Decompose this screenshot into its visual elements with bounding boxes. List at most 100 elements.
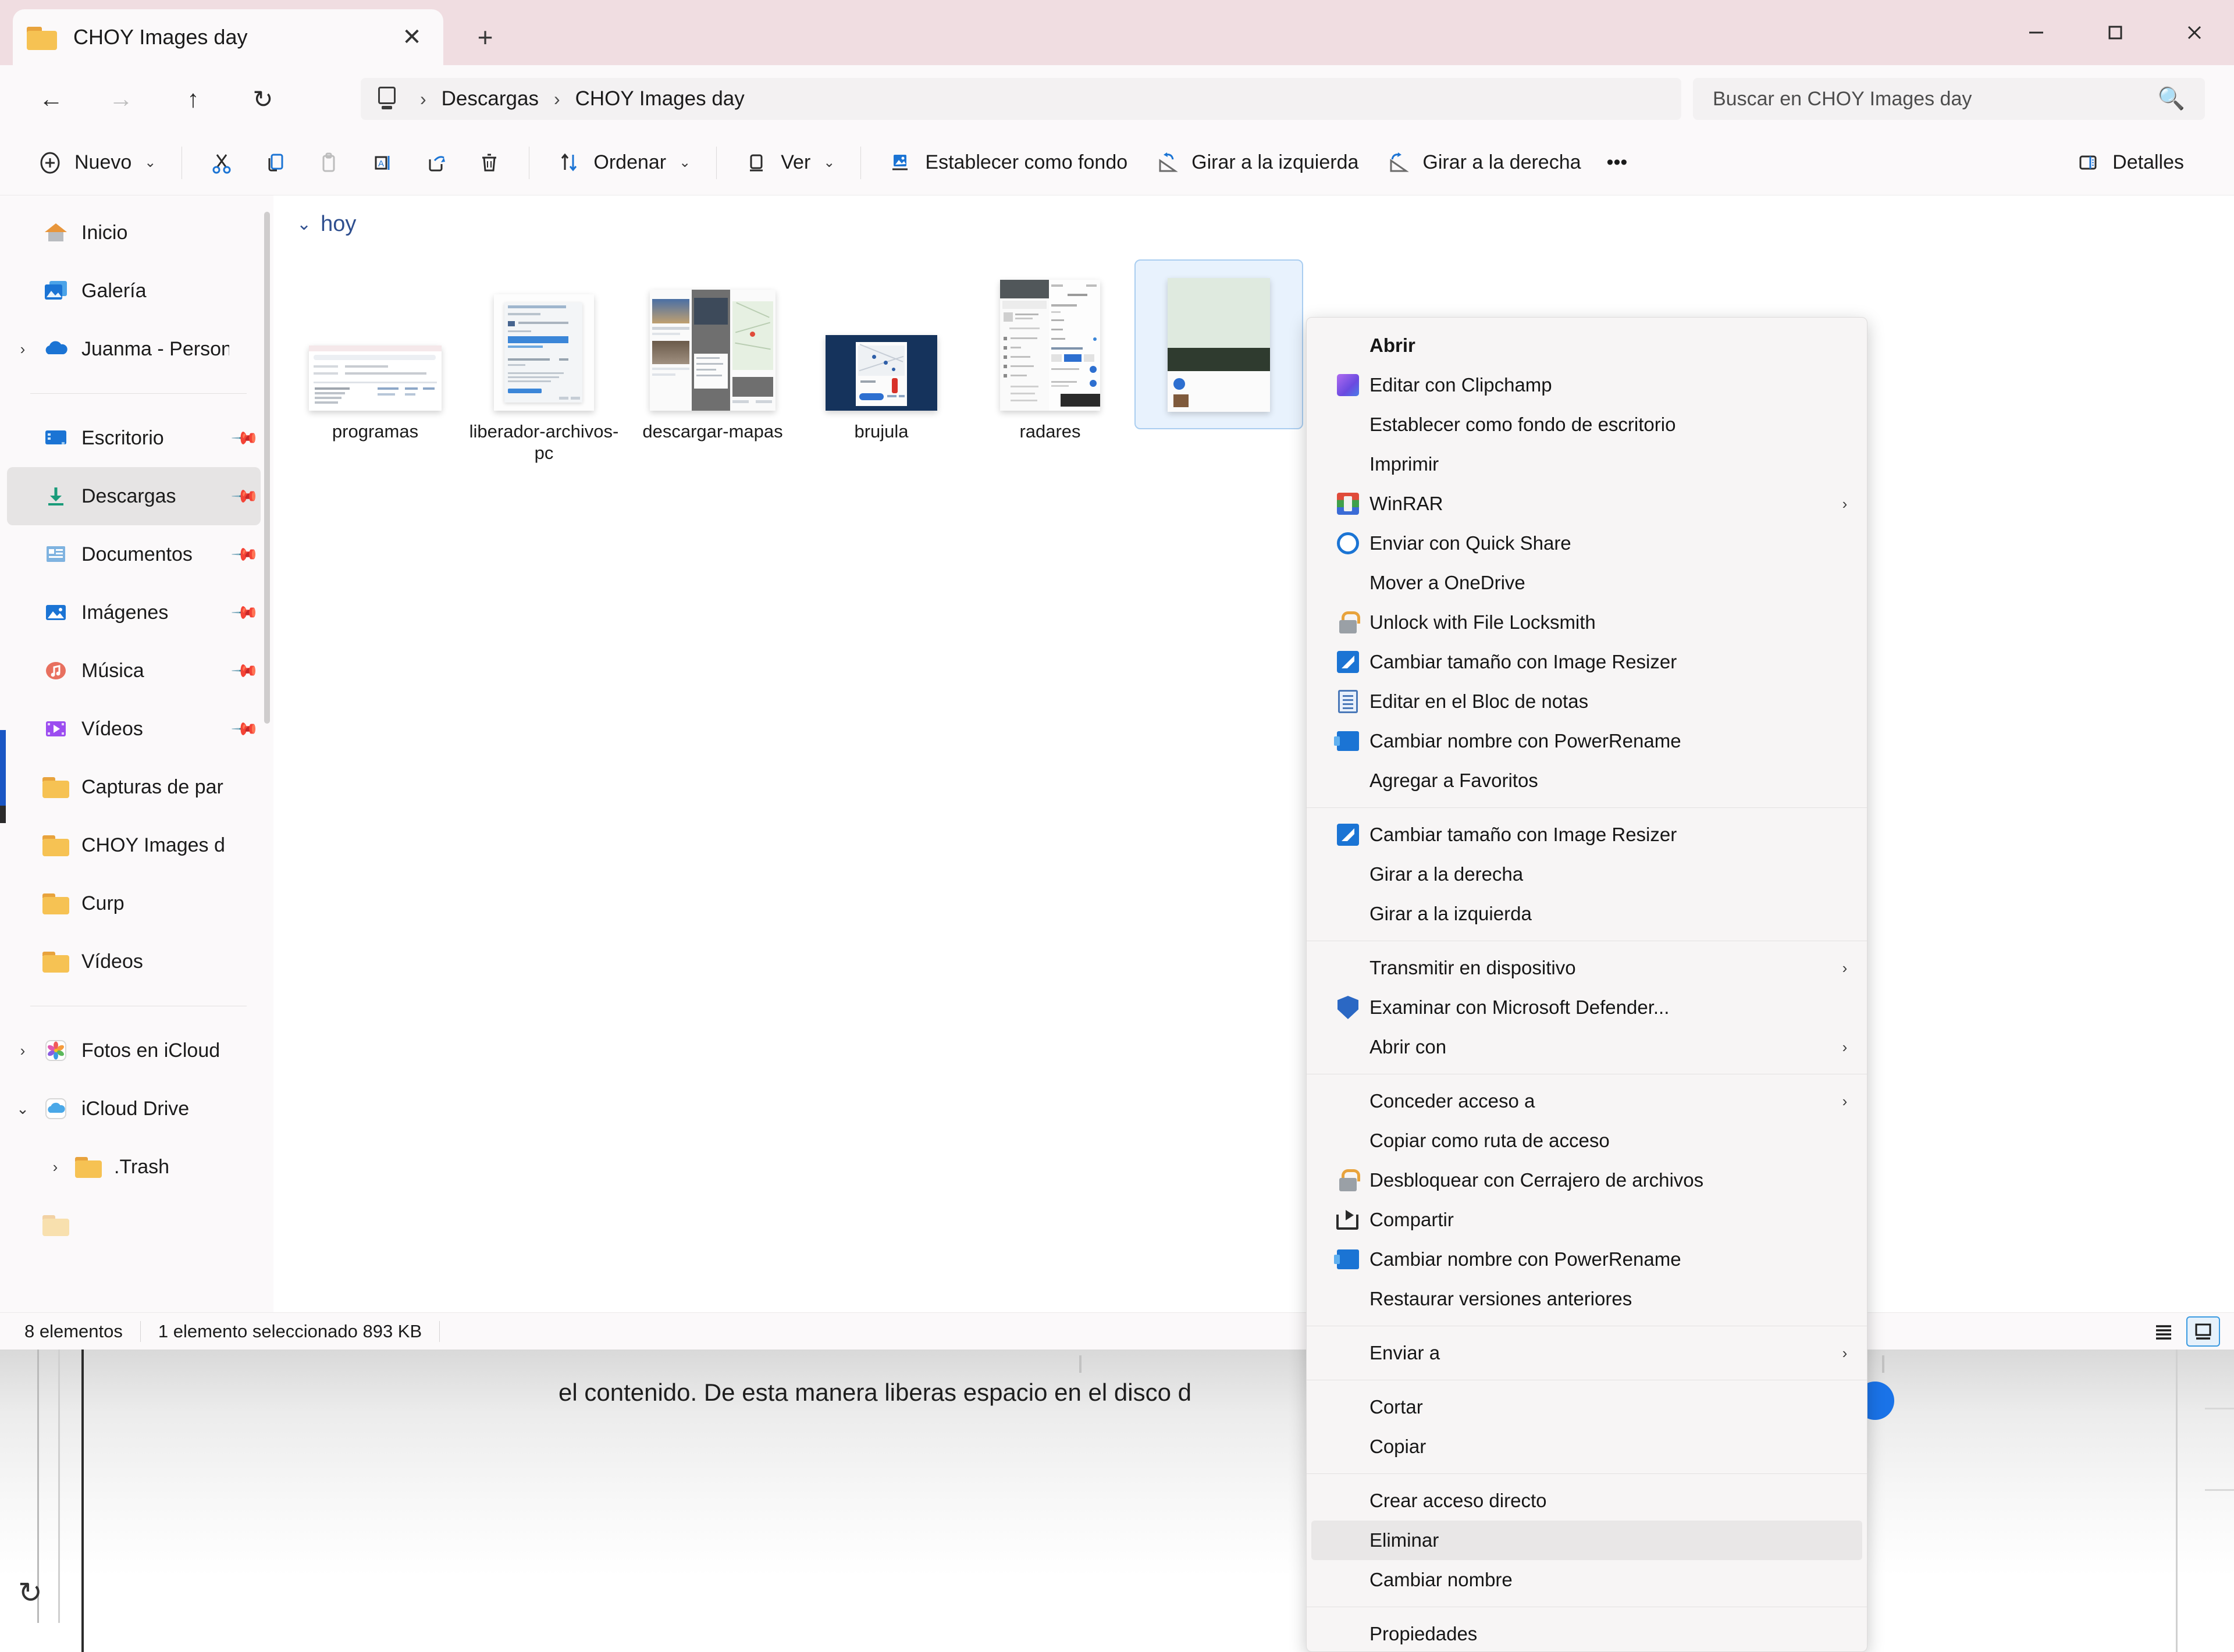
menu-item-conceder-acceso-a[interactable]: Conceder acceso a › xyxy=(1311,1081,1862,1121)
menu-item-abrir[interactable]: Abrir xyxy=(1311,326,1862,365)
menu-item-mover-a-onedrive[interactable]: Mover a OneDrive xyxy=(1311,563,1862,603)
menu-item-restaurar-versiones-anteriores[interactable]: Restaurar versiones anteriores xyxy=(1311,1279,1862,1319)
set-as-background-button[interactable]: Establecer como fondo xyxy=(874,141,1140,185)
close-icon[interactable] xyxy=(2155,0,2234,65)
menu-item-enviar-con-quick-share[interactable]: Enviar con Quick Share xyxy=(1311,524,1862,563)
rotate-left-button[interactable]: Girar a la izquierda xyxy=(1140,141,1371,185)
file-tile-selected[interactable] xyxy=(1134,259,1303,429)
file-tile-liberador-archivos-pc[interactable]: liberador-archivos-pc xyxy=(460,259,628,469)
chevron-right-icon[interactable]: › xyxy=(1827,959,1862,977)
pin-icon[interactable]: 📌 xyxy=(227,594,264,631)
sidebar-item-musica[interactable]: Música 📌 xyxy=(7,642,261,700)
menu-item-enviar-a[interactable]: Enviar a › xyxy=(1311,1333,1862,1373)
sidebar-item-choy-images-day[interactable]: CHOY Images d xyxy=(7,816,261,874)
chevron-right-icon[interactable]: › xyxy=(1827,495,1862,513)
rename-button[interactable]: A xyxy=(355,141,409,185)
sidebar-item-curp[interactable]: Curp xyxy=(7,874,261,932)
menu-item-editar-en-el-bloc-de-notas[interactable]: Editar en el Bloc de notas xyxy=(1311,682,1862,721)
breadcrumb[interactable]: › Descargas › CHOY Images day xyxy=(361,78,1681,120)
group-header-hoy[interactable]: ⌄ hoy xyxy=(297,212,356,237)
cut-button[interactable] xyxy=(195,141,248,185)
menu-item-cambiar-tamano-con-image-resizer-2[interactable]: Cambiar tamaño con Image Resizer xyxy=(1311,815,1862,855)
sidebar-item-videos-folder[interactable]: Vídeos xyxy=(7,932,261,991)
pin-icon[interactable]: 📌 xyxy=(227,653,264,689)
arrow-left-icon[interactable]: ← xyxy=(33,80,70,118)
sidebar-item-fotos-en-icloud[interactable]: › Fotos en iCloud xyxy=(7,1021,261,1080)
breadcrumb-item-descargas[interactable]: Descargas xyxy=(442,87,539,111)
menu-item-cortar[interactable]: Cortar xyxy=(1311,1387,1862,1427)
overflow-button[interactable]: ••• xyxy=(1594,141,1641,185)
menu-item-examinar-con-microsoft-defender[interactable]: Examinar con Microsoft Defender... xyxy=(1311,988,1862,1027)
rotate-right-button[interactable]: Girar a la derecha xyxy=(1371,141,1593,185)
sidebar-item-capturas-de-pantalla[interactable]: Capturas de par xyxy=(7,758,261,816)
sidebar-item-imagenes[interactable]: Imágenes 📌 xyxy=(7,583,261,642)
file-tile-brujula[interactable]: brujula xyxy=(797,259,966,448)
plus-icon[interactable]: + xyxy=(465,17,505,57)
menu-item-cambiar-nombre-con-powerrename-2[interactable]: Cambiar nombre con PowerRename xyxy=(1311,1240,1862,1279)
view-button[interactable]: Ver ⌄ xyxy=(730,141,848,185)
arrow-up-icon[interactable]: ↑ xyxy=(175,80,212,118)
sidebar-item-onedrive-juanma[interactable]: › Juanma - Person xyxy=(7,320,261,378)
sidebar-item-icloud-drive[interactable]: ⌄ iCloud Drive xyxy=(7,1080,261,1138)
menu-item-copiar-como-ruta-de-acceso[interactable]: Copiar como ruta de acceso xyxy=(1311,1121,1862,1160)
pin-icon[interactable]: 📌 xyxy=(227,420,264,457)
share-button[interactable] xyxy=(409,141,463,185)
minimize-icon[interactable] xyxy=(1997,0,2076,65)
sidebar-item-inicio[interactable]: Inicio xyxy=(7,204,261,262)
menu-item-crear-acceso-directo[interactable]: Crear acceso directo xyxy=(1311,1481,1862,1521)
menu-item-cambiar-tamano-con-image-resizer[interactable]: Cambiar tamaño con Image Resizer xyxy=(1311,642,1862,682)
file-tile-radares[interactable]: radares xyxy=(966,259,1134,448)
chevron-down-icon[interactable]: ⌄ xyxy=(297,214,311,234)
menu-item-imprimir[interactable]: Imprimir xyxy=(1311,444,1862,484)
menu-item-compartir[interactable]: Compartir xyxy=(1311,1200,1862,1240)
menu-item-eliminar[interactable]: Eliminar xyxy=(1311,1521,1862,1560)
search-icon[interactable]: 🔍 xyxy=(2158,86,2185,112)
details-pane-button[interactable]: Detalles xyxy=(2061,141,2197,185)
sidebar-item-escritorio[interactable]: Escritorio 📌 xyxy=(7,409,261,467)
search-box[interactable]: 🔍 xyxy=(1693,78,2205,120)
menu-item-copiar[interactable]: Copiar xyxy=(1311,1427,1862,1466)
menu-item-girar-a-la-izquierda[interactable]: Girar a la izquierda xyxy=(1311,894,1862,934)
sidebar-item-galeria[interactable]: Galería xyxy=(7,262,261,320)
sidebar-item-trash[interactable]: › .Trash xyxy=(7,1138,261,1196)
list-view-icon[interactable] xyxy=(2147,1316,2180,1347)
file-list-pane[interactable]: ⌄ hoy programas liberador-archivos-pc de… xyxy=(273,195,2234,1312)
sidebar-scrollbar[interactable] xyxy=(264,212,270,1288)
delete-button[interactable] xyxy=(463,141,516,185)
menu-item-agregar-a-favoritos[interactable]: Agregar a Favoritos xyxy=(1311,761,1862,800)
menu-item-winrar[interactable]: WinRAR › xyxy=(1311,484,1862,524)
sidebar-item-documentos[interactable]: Documentos 📌 xyxy=(7,525,261,583)
menu-item-establecer-como-fondo-de-escritorio[interactable]: Establecer como fondo de escritorio xyxy=(1311,405,1862,444)
arrow-right-icon[interactable]: → xyxy=(102,80,140,118)
maximize-icon[interactable] xyxy=(2076,0,2155,65)
chevron-right-icon[interactable]: › xyxy=(1827,1038,1862,1056)
refresh-icon[interactable]: ↻ xyxy=(8,1571,52,1615)
chevron-right-icon[interactable]: › xyxy=(7,340,38,358)
breadcrumb-item-choy-images-day[interactable]: CHOY Images day xyxy=(575,87,745,111)
chevron-right-icon[interactable]: › xyxy=(7,1042,38,1060)
close-icon[interactable]: ✕ xyxy=(394,20,429,55)
chevron-right-icon[interactable]: › xyxy=(1827,1344,1862,1362)
menu-item-cambiar-nombre[interactable]: Cambiar nombre xyxy=(1311,1560,1862,1600)
pin-icon[interactable]: 📌 xyxy=(227,536,264,573)
sort-button[interactable]: Ordenar ⌄ xyxy=(542,141,703,185)
this-pc-icon[interactable] xyxy=(376,87,399,111)
context-menu[interactable]: Abrir Editar con Clipchamp Establecer co… xyxy=(1306,317,1867,1652)
menu-item-desbloquear-con-cerrajero-de-archivos[interactable]: Desbloquear con Cerrajero de archivos xyxy=(1311,1160,1862,1200)
menu-item-propiedades[interactable]: Propiedades xyxy=(1311,1614,1862,1651)
pin-icon[interactable]: 📌 xyxy=(227,711,264,747)
sidebar-item-descargas[interactable]: Descargas 📌 xyxy=(7,467,261,525)
copy-button[interactable] xyxy=(248,141,302,185)
menu-item-abrir-con[interactable]: Abrir con › xyxy=(1311,1027,1862,1067)
tab-choy-images-day[interactable]: CHOY Images day ✕ xyxy=(13,9,443,65)
new-button[interactable]: Nuevo ⌄ xyxy=(23,141,169,185)
menu-item-unlock-with-file-locksmith[interactable]: Unlock with File Locksmith xyxy=(1311,603,1862,642)
pin-icon[interactable]: 📌 xyxy=(227,478,264,515)
refresh-icon[interactable]: ↻ xyxy=(244,80,282,118)
menu-item-transmitir-en-dispositivo[interactable]: Transmitir en dispositivo › xyxy=(1311,948,1862,988)
details-view-icon[interactable] xyxy=(2186,1316,2220,1347)
chevron-right-icon[interactable]: › xyxy=(40,1158,71,1176)
chevron-down-icon[interactable]: ⌄ xyxy=(7,1100,38,1118)
menu-item-editar-con-clipchamp[interactable]: Editar con Clipchamp xyxy=(1311,365,1862,405)
file-tile-descargar-mapas[interactable]: descargar-mapas xyxy=(628,259,797,448)
